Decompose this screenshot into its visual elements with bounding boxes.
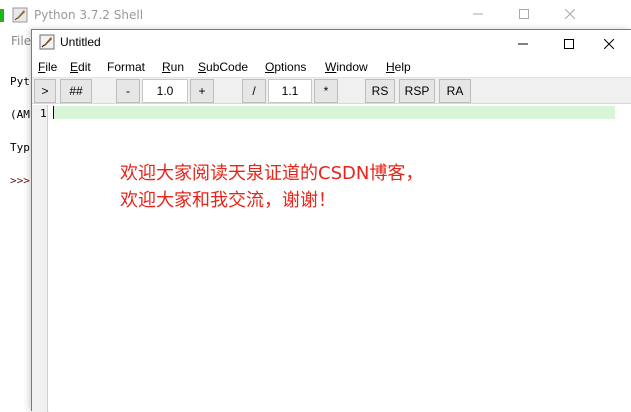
editor-title: Untitled [60,35,101,49]
menu-file[interactable]: File [38,60,57,74]
red-annotation-text: 欢迎大家阅读天泉证道的CSDN博客， 欢迎大家和我交流，谢谢！ [120,160,423,214]
divide-button[interactable]: / [242,79,266,103]
annotation-line-1: 欢迎大家阅读天泉证道的CSDN博客， [120,163,424,184]
shell-titlebar[interactable]: Python 3.7.2 Shell [0,0,594,31]
shell-close-button[interactable] [547,0,593,31]
shell-minimize-button[interactable] [455,0,501,31]
minimize-icon [518,43,528,44]
menu-edit[interactable]: Edit [70,60,91,74]
untitled-editor-window[interactable]: Untitled File Edit Format Run SubCode Op… [31,29,631,412]
zoom-value-field[interactable]: 1.0 [142,79,188,103]
shell-maximize-button[interactable] [501,0,547,31]
factor-value-field[interactable]: 1.1 [268,79,312,103]
toolbar: > ## - 1.0 + / 1.1 * RS RSP RA [32,77,631,104]
menu-format[interactable]: Format [107,60,145,74]
current-line-highlight [53,106,615,119]
run-button[interactable]: > [34,79,56,103]
multiply-button[interactable]: * [314,79,338,103]
shell-menu-file[interactable]: File [11,34,31,48]
zoom-plus-button[interactable]: + [190,79,214,103]
editor-close-button[interactable] [586,30,631,55]
comment-button[interactable]: ## [60,79,92,103]
zoom-minus-button[interactable]: - [116,79,140,103]
editor-titlebar[interactable]: Untitled [32,30,631,55]
rsp-button[interactable]: RSP [399,79,435,103]
menu-help[interactable]: Help [386,60,411,74]
rs-button[interactable]: RS [365,79,395,103]
menu-window[interactable]: Window [325,60,368,74]
editor-minimize-button[interactable] [500,30,546,55]
line-number: 1 [40,107,47,120]
maximize-icon [564,38,574,49]
python-feather-icon [12,7,28,23]
menu-subcode[interactable]: SubCode [198,60,248,74]
close-icon [564,8,576,20]
python-feather-icon [39,34,55,50]
annotation-line-2: 欢迎大家和我交流，谢谢！ [120,190,336,211]
minimize-icon [473,13,483,15]
close-icon [603,38,615,49]
shell-title: Python 3.7.2 Shell [34,8,144,22]
line-number-gutter [32,105,48,412]
taskbar-indicator [0,9,4,22]
menu-options[interactable]: Options [265,60,306,74]
code-editor-area[interactable] [49,105,631,412]
menubar: File Edit Format Run SubCode Options Win… [32,58,631,78]
maximize-icon [519,9,529,19]
text-caret [53,106,54,119]
menu-run[interactable]: Run [162,60,184,74]
ra-button[interactable]: RA [439,79,471,103]
